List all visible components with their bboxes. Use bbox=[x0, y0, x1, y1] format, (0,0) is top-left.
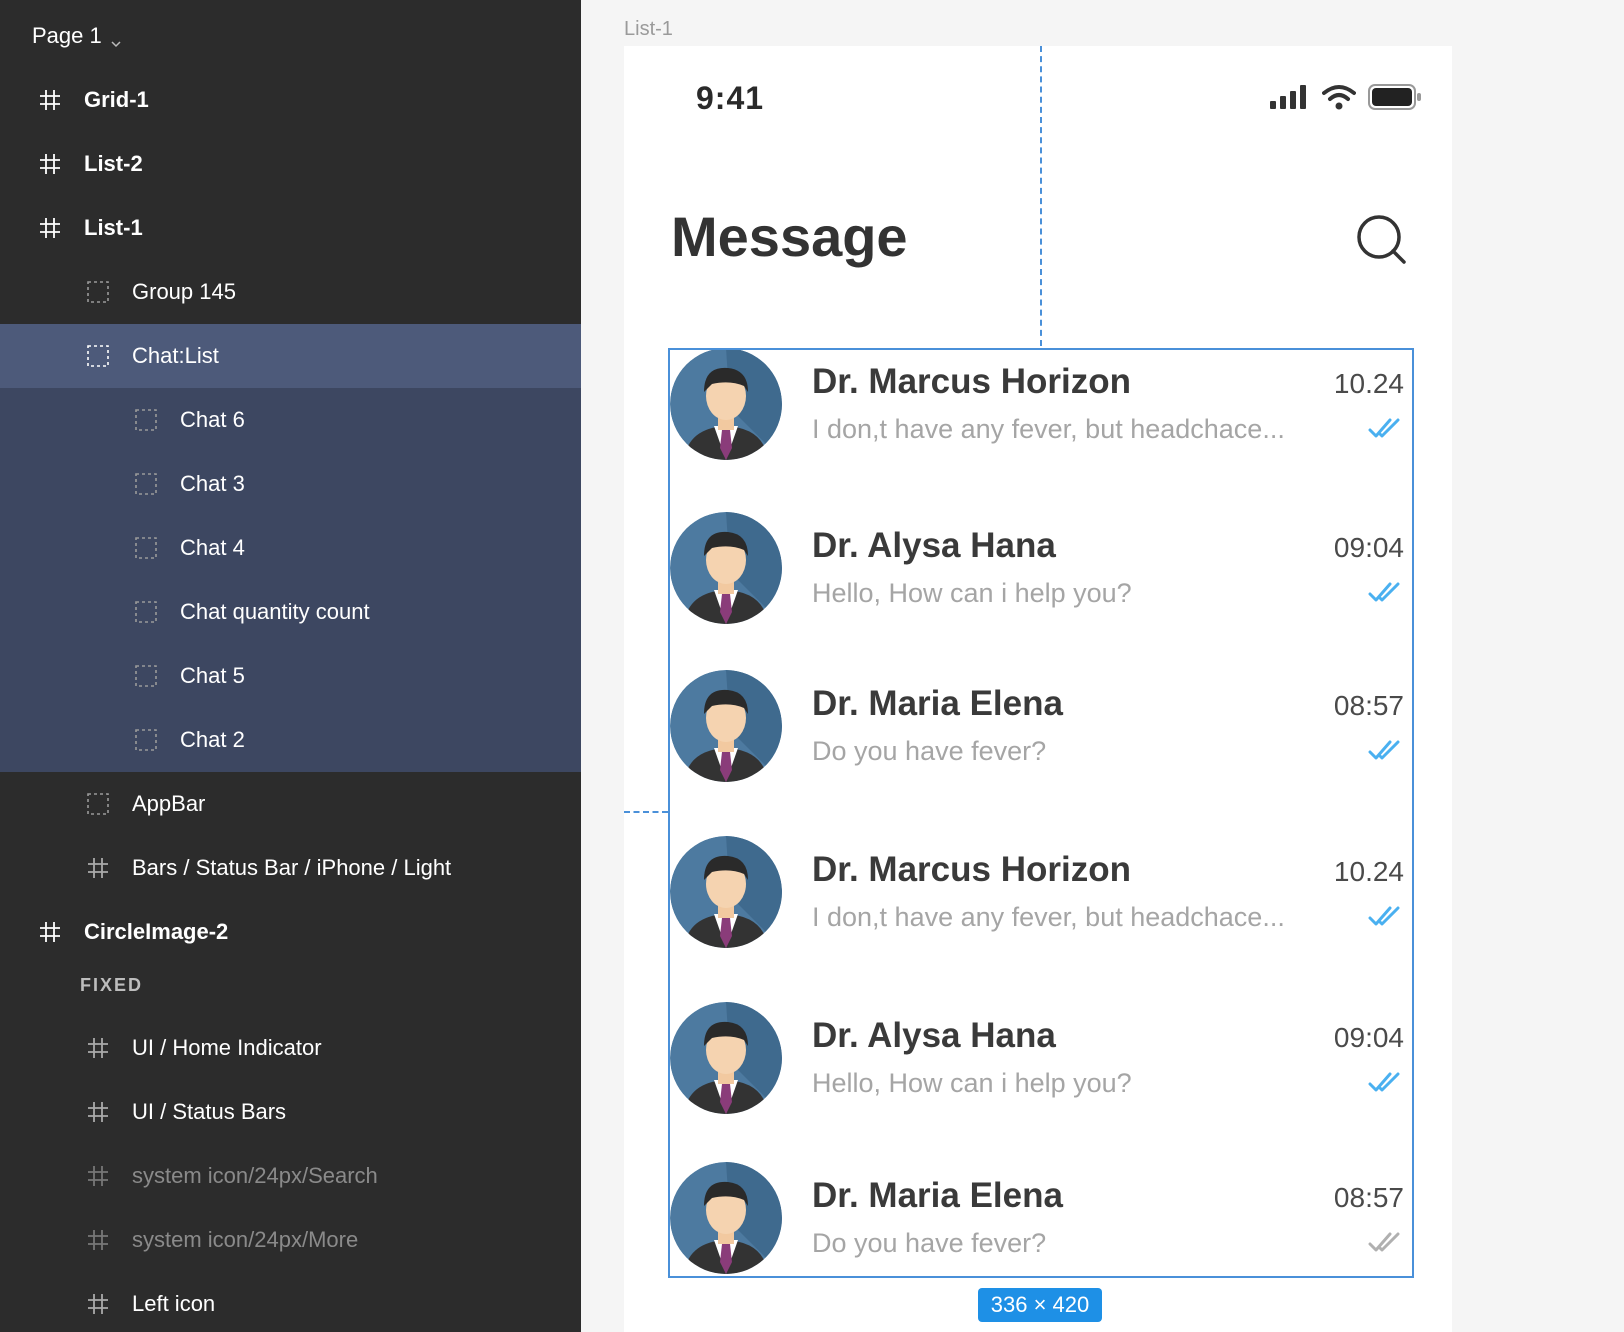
group-icon bbox=[132, 470, 160, 498]
frame-icon bbox=[36, 214, 64, 242]
layer-item[interactable]: Chat 4 bbox=[0, 516, 581, 580]
layer-label: Chat 2 bbox=[180, 727, 245, 752]
page-title: Message bbox=[671, 205, 908, 268]
page-selector[interactable]: Page 1 bbox=[32, 20, 122, 52]
layer-item[interactable]: Bars / Status Bar / iPhone / Light bbox=[0, 836, 581, 900]
layer-label: system icon/24px/Search bbox=[132, 1163, 378, 1188]
layer-item[interactable]: Chat 2 bbox=[0, 708, 581, 772]
layer-item[interactable]: CircleImage-2 bbox=[0, 900, 581, 964]
measure-guide-horizontal bbox=[624, 811, 668, 813]
group-icon bbox=[132, 662, 160, 690]
page-label: Page 1 bbox=[32, 23, 102, 48]
frame-icon bbox=[84, 1226, 112, 1254]
frame-icon bbox=[36, 150, 64, 178]
status-icons bbox=[1270, 84, 1422, 110]
phone-frame[interactable]: 9:41 Message Dr. Marcus Horizon I don,t h… bbox=[624, 46, 1452, 1332]
layer-item[interactable]: List-1 bbox=[0, 196, 581, 260]
layer-label: Left icon bbox=[132, 1291, 216, 1316]
layer-label: List-2 bbox=[84, 151, 143, 176]
frame-icon bbox=[84, 1162, 112, 1190]
frame-icon bbox=[84, 1098, 112, 1126]
layer-item[interactable]: Chat 5 bbox=[0, 644, 581, 708]
layer-label: Chat:List bbox=[132, 343, 219, 368]
layer-item[interactable]: List-2 bbox=[0, 132, 581, 196]
wifi-icon bbox=[1322, 85, 1356, 110]
layer-label: Grid-1 bbox=[84, 87, 149, 112]
chevron-down-icon bbox=[110, 30, 122, 48]
layer-label: UI / Home Indicator bbox=[132, 1035, 322, 1060]
search-icon bbox=[1357, 215, 1406, 264]
layer-item[interactable]: Chat 6 bbox=[0, 388, 581, 452]
group-icon bbox=[132, 598, 160, 626]
layer-item[interactable]: Chat:List bbox=[0, 324, 581, 388]
frame-icon bbox=[36, 918, 64, 946]
layer-label: Group 145 bbox=[132, 279, 236, 304]
layer-label: CircleImage-2 bbox=[84, 919, 229, 944]
layer-label: AppBar bbox=[132, 791, 206, 816]
layer-item[interactable]: Grid-1 bbox=[0, 68, 581, 132]
layer-item[interactable]: system icon/24px/Search bbox=[0, 1144, 581, 1208]
layer-label: Chat quantity count bbox=[180, 599, 370, 624]
battery-icon bbox=[1368, 84, 1421, 110]
search-button[interactable] bbox=[1354, 212, 1410, 268]
status-time: 9:41 bbox=[696, 80, 765, 116]
layer-label: Chat 6 bbox=[180, 407, 245, 432]
layer-item[interactable]: Chat quantity count bbox=[0, 580, 581, 644]
layer-label: Bars / Status Bar / iPhone / Light bbox=[132, 855, 452, 880]
layer-item[interactable]: AppBar bbox=[0, 772, 581, 836]
layer-item[interactable]: UI / Status Bars bbox=[0, 1080, 581, 1144]
frame-icon bbox=[84, 1290, 112, 1318]
measure-guide-vertical bbox=[1040, 46, 1042, 346]
frame-icon bbox=[84, 1034, 112, 1062]
group-icon bbox=[84, 278, 112, 306]
layers-panel: Page 1 Grid-1 List-2 List-1 Group 145 Chat:L… bbox=[0, 0, 581, 1332]
layer-item[interactable]: UI / Home Indicator bbox=[0, 1016, 581, 1080]
selection-size-badge: 336 × 420 bbox=[978, 1288, 1102, 1322]
layer-label: Chat 3 bbox=[180, 471, 245, 496]
layer-item[interactable]: Chat 3 bbox=[0, 452, 581, 516]
layer-label: Chat 4 bbox=[180, 535, 245, 560]
group-icon bbox=[132, 534, 160, 562]
group-icon bbox=[84, 790, 112, 818]
layer-item[interactable]: system icon/24px/More bbox=[0, 1208, 581, 1272]
frame-label[interactable]: List-1 bbox=[624, 18, 673, 41]
layer-label: List-1 bbox=[84, 215, 143, 240]
layer-label: Chat 5 bbox=[180, 663, 245, 688]
frame-icon bbox=[36, 86, 64, 114]
fixed-section-label: FIXED bbox=[80, 975, 144, 995]
layer-item[interactable]: Left icon bbox=[0, 1272, 581, 1332]
group-icon bbox=[84, 342, 112, 370]
group-icon bbox=[132, 726, 160, 754]
layer-item[interactable]: Group 145 bbox=[0, 260, 581, 324]
frame-icon bbox=[84, 854, 112, 882]
layer-label: system icon/24px/More bbox=[132, 1227, 359, 1252]
selection-outline bbox=[668, 348, 1414, 1278]
group-icon bbox=[132, 406, 160, 434]
layer-label: UI / Status Bars bbox=[132, 1099, 287, 1124]
signal-icon bbox=[1270, 85, 1306, 109]
